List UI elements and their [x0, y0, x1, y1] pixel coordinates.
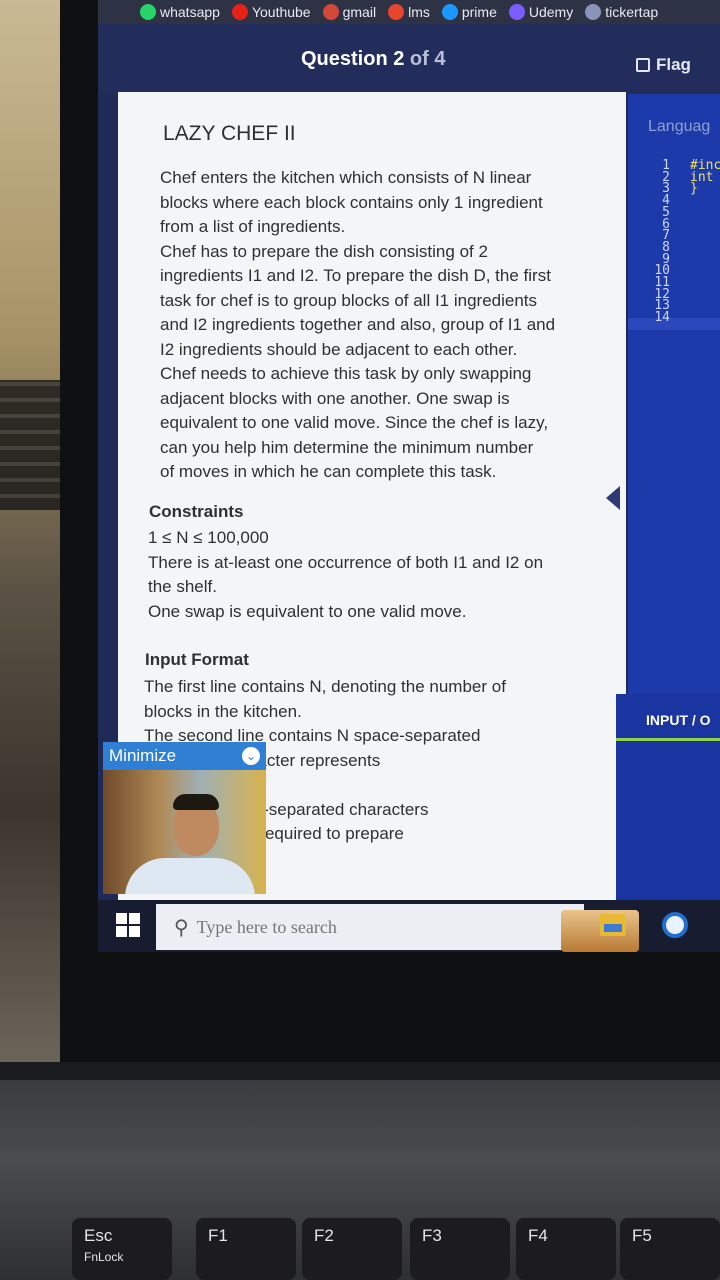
key-esc[interactable]: Esc FnLock	[72, 1218, 172, 1280]
line-number-gutter: 1 2 3 4 5 6 7 8 9 10 11 12 13 14	[638, 159, 670, 326]
bookmark-label: Udemy	[528, 4, 574, 20]
constraints-heading: Constraints	[149, 502, 244, 521]
key-f3[interactable]: F3	[410, 1218, 510, 1280]
bookmark-label: gmail	[342, 4, 377, 20]
gmail-icon	[322, 4, 339, 20]
windows-start-icon[interactable]	[116, 913, 140, 937]
problem-title: LAZY CHEF II	[163, 122, 296, 145]
code-content[interactable]: #inc int}	[690, 159, 720, 197]
key-label: F4	[528, 1226, 548, 1245]
chevron-down-icon[interactable]: ⌄	[242, 747, 260, 765]
question-header: Question 2 of 4	[98, 24, 720, 94]
windows-taskbar: ⚲	[98, 900, 720, 952]
input-format-line: The first line contains N, denoting the …	[144, 677, 506, 696]
video-minimize-bar[interactable]: Minimize ⌄	[103, 742, 266, 770]
browser-icon[interactable]	[662, 912, 688, 938]
bookmark-lms[interactable]: lms	[388, 4, 430, 20]
bookmark-label: lms	[408, 4, 430, 20]
io-tab-indicator	[616, 738, 720, 741]
flag-label: Flag	[656, 55, 691, 74]
bookmark-label: Youthube	[251, 4, 311, 20]
prime-icon	[441, 4, 458, 20]
constraints-text: 1 ≤ N ≤ 100,000 There is at-least one occ…	[148, 526, 543, 624]
description-line: Chef needs to achieve this task by only …	[160, 364, 532, 383]
lms-icon	[388, 4, 405, 20]
description-line: Chef has to prepare the dish consisting …	[160, 241, 488, 261]
description-line: ingredients I1 and I2. To prepare the di…	[160, 266, 551, 285]
constraint-line: One swap is equivalent to one valid move…	[148, 601, 467, 621]
key-f1[interactable]: F1	[196, 1218, 296, 1280]
question-counter: Question 2 of 4	[301, 48, 445, 71]
webcam-video	[103, 770, 266, 894]
key-label: Esc	[84, 1226, 113, 1245]
description-line: task for chef is to group blocks of all …	[160, 290, 538, 310]
input-format-heading: Input Format	[145, 650, 249, 669]
bookmark-label: tickertap	[605, 4, 659, 20]
question-prefix: Question	[301, 48, 388, 70]
udemy-icon	[508, 4, 525, 20]
key-label: F3	[422, 1226, 442, 1245]
bookmark-udemy[interactable]: Udemy	[508, 4, 574, 20]
description-line: adjacent blocks with one another. One sw…	[160, 388, 510, 408]
screen: whatsapp Youthube gmail lms prime Udemy …	[98, 0, 720, 952]
whatsapp-icon	[140, 4, 156, 20]
bookmark-tickertap[interactable]: tickertap	[585, 4, 658, 20]
search-input[interactable]	[196, 916, 437, 938]
flag-toggle[interactable]: Flag	[636, 55, 691, 75]
description-line: and I2 ingredients together and also, gr…	[160, 315, 556, 334]
problem-description: Chef enters the kitchen which consists o…	[160, 166, 555, 485]
bookmark-youtube[interactable]: Youthube	[231, 4, 311, 20]
constraint-line: There is at-least one occurrence of both…	[148, 552, 544, 572]
bookmark-label: whatsapp	[160, 4, 220, 20]
taskbar-search[interactable]: ⚲	[156, 904, 639, 952]
code-editor[interactable]: Languag 1 2 3 4 5 6 7 8 9 10 11 12 13 14 #inc int}	[628, 94, 720, 694]
person-hair	[173, 794, 219, 810]
description-line: equivalent to one valid move. Since the …	[160, 413, 549, 432]
collapse-panel-icon[interactable]	[606, 486, 620, 510]
description-line: Chef enters the kitchen which consists o…	[160, 168, 532, 187]
file-explorer-icon[interactable]	[600, 914, 626, 936]
key-label: F1	[208, 1226, 228, 1245]
constraint-line: 1 ≤ N ≤ 100,000	[148, 528, 269, 547]
bookmark-gmail[interactable]: gmail	[322, 4, 377, 20]
input-format-line: blocks in the kitchen.	[144, 701, 302, 721]
description-line: blocks where each block contains only 1 …	[160, 192, 543, 212]
key-f4[interactable]: F4	[516, 1218, 616, 1280]
bookmarks-bar: whatsapp Youthube gmail lms prime Udemy …	[98, 0, 720, 24]
key-f5[interactable]: F5	[620, 1218, 720, 1280]
bookmark-prime[interactable]: prime	[441, 4, 497, 20]
language-selector[interactable]: Languag	[648, 118, 710, 136]
key-f2[interactable]: F2	[302, 1218, 402, 1280]
youtube-icon	[231, 4, 248, 20]
minimize-label: Minimize	[109, 746, 177, 765]
description-line: of moves in which he can complete this t…	[160, 462, 497, 481]
input-output-panel[interactable]: INPUT / O	[616, 694, 720, 904]
search-icon: ⚲	[174, 916, 189, 939]
description-line: from a list of ingredients.	[160, 217, 346, 236]
key-label: F2	[314, 1226, 334, 1245]
description-line: can you help him determine the minimum n…	[160, 437, 534, 457]
key-label: F5	[632, 1226, 652, 1245]
tickertap-icon	[585, 4, 602, 20]
key-sublabel: FnLock	[84, 1250, 124, 1264]
code-line: }	[690, 181, 698, 197]
question-total: of 4	[409, 48, 446, 70]
io-tab-label[interactable]: INPUT / O	[646, 712, 711, 728]
line-number: 14	[654, 310, 670, 326]
person-shirt	[125, 858, 255, 894]
flag-checkbox[interactable]	[636, 58, 650, 72]
bookmark-whatsapp[interactable]: whatsapp	[140, 4, 220, 20]
description-line: I2 ingredients should be adjacent to eac…	[160, 339, 518, 359]
bookmark-label: prime	[461, 4, 497, 20]
question-number: 2	[393, 48, 405, 70]
constraint-line: the shelf.	[148, 577, 217, 596]
